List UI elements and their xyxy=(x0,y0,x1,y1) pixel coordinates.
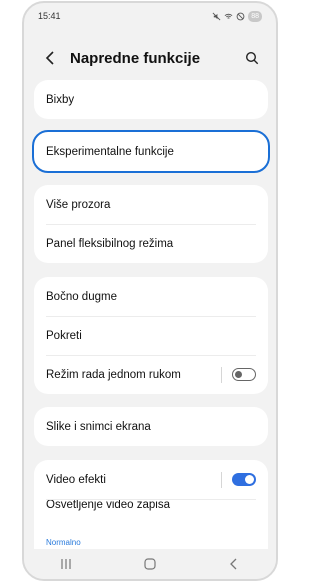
setting-experimental-features[interactable]: Eksperimentalne funkcije xyxy=(34,132,268,171)
setting-label: Više prozora xyxy=(46,198,111,211)
setting-label: Bočno dugme xyxy=(46,290,117,303)
setting-value: Normalno xyxy=(46,538,81,547)
header: Napredne funkcije xyxy=(24,41,276,75)
phone-screen: 15:41 88 Napredne funkcije Bixby Eksperi… xyxy=(22,1,278,581)
chevron-left-icon[interactable] xyxy=(40,48,60,68)
settings-group-experimental: Eksperimentalne funkcije xyxy=(32,130,270,173)
status-icons: 88 xyxy=(212,10,262,22)
setting-label: Video efekti xyxy=(46,473,106,486)
settings-group-windows: Više prozora Panel fleksibilnog režima xyxy=(34,185,268,263)
setting-label: Pokreti xyxy=(46,329,82,342)
settings-group-screenshots: Slike i snimci ekrana xyxy=(34,407,268,446)
setting-video-effects[interactable]: Video efekti xyxy=(34,460,268,499)
setting-motions[interactable]: Pokreti xyxy=(34,316,268,355)
setting-screenshots[interactable]: Slike i snimci ekrana xyxy=(34,407,268,446)
navigation-bar xyxy=(24,549,276,579)
setting-flex-mode-panel[interactable]: Panel fleksibilnog režima xyxy=(34,224,268,263)
setting-video-brightness[interactable]: Osvetljenje video zapisa Normalno xyxy=(34,499,268,547)
one-handed-mode-toggle[interactable] xyxy=(232,368,256,381)
setting-label: Bixby xyxy=(46,93,75,106)
divider xyxy=(221,471,222,488)
status-bar: 15:41 88 xyxy=(24,3,276,29)
back-icon[interactable] xyxy=(219,554,249,574)
blocked-icon xyxy=(236,12,245,20)
setting-label: Režim rada jednom rukom xyxy=(46,368,181,381)
battery-indicator: 88 xyxy=(248,10,262,22)
setting-bixby[interactable]: Bixby xyxy=(34,80,268,119)
setting-label: Eksperimentalne funkcije xyxy=(46,145,174,158)
setting-one-handed-mode[interactable]: Režim rada jednom rukom xyxy=(34,355,268,394)
setting-side-button[interactable]: Bočno dugme xyxy=(34,277,268,316)
status-time: 15:41 xyxy=(38,11,61,21)
recents-icon[interactable] xyxy=(51,554,81,574)
video-effects-toggle[interactable] xyxy=(232,473,256,486)
setting-label: Panel fleksibilnog režima xyxy=(46,237,174,250)
setting-label: Slike i snimci ekrana xyxy=(46,420,151,433)
divider xyxy=(221,366,222,383)
home-icon[interactable] xyxy=(135,554,165,574)
wifi-icon xyxy=(224,13,233,19)
settings-group-video: Video efekti Osvetljenje video zapisa No… xyxy=(34,460,268,552)
setting-multi-window[interactable]: Više prozora xyxy=(34,185,268,224)
setting-label: Osvetljenje video zapisa xyxy=(46,499,171,511)
settings-group-bixby: Bixby xyxy=(34,80,268,119)
page-title: Napredne funkcije xyxy=(70,49,201,67)
settings-group-controls: Bočno dugme Pokreti Režim rada jednom ru… xyxy=(34,277,268,394)
search-icon[interactable] xyxy=(242,48,262,68)
mute-icon xyxy=(212,12,221,20)
